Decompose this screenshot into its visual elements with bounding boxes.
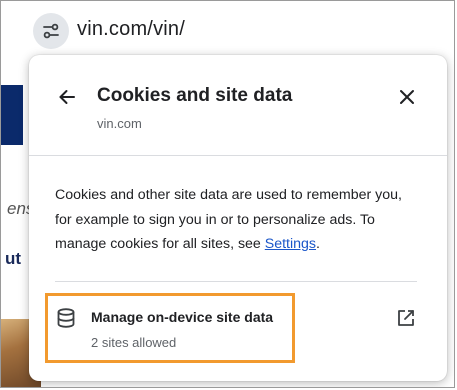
cookies-description: Cookies and other site data are used to … (55, 183, 421, 257)
site-info-icon (43, 23, 59, 39)
open-in-new-icon (398, 310, 414, 326)
back-arrow-icon (59, 90, 75, 104)
background-banner (1, 85, 23, 145)
background-text: ut (5, 249, 22, 268)
site-info-button[interactable] (33, 13, 69, 49)
omnibox: vin.com/vin/ (1, 1, 454, 57)
manage-site-data-title[interactable]: Manage on-device site data (91, 309, 273, 325)
cookies-popup: Cookies and site data vin.com Cookies an… (29, 55, 447, 381)
open-external-button[interactable] (393, 305, 419, 331)
manage-site-data-subtitle: 2 sites allowed (91, 335, 177, 350)
close-button[interactable] (393, 83, 421, 111)
divider (55, 281, 417, 282)
popup-title: Cookies and site data (97, 85, 293, 106)
settings-link[interactable]: Settings (265, 236, 316, 252)
close-icon (400, 90, 414, 104)
url-text[interactable]: vin.com/vin/ (77, 18, 185, 41)
popup-subtitle: vin.com (97, 116, 142, 131)
divider (29, 155, 447, 156)
description-end: . (316, 236, 320, 252)
description-text: Cookies and other site data are used to … (55, 187, 402, 252)
manage-site-data-highlight[interactable] (45, 293, 295, 363)
database-icon (57, 308, 75, 328)
browser-window: vin.com/vin/ ens ut Cookies and site dat… (0, 0, 455, 388)
back-button[interactable] (53, 83, 81, 111)
